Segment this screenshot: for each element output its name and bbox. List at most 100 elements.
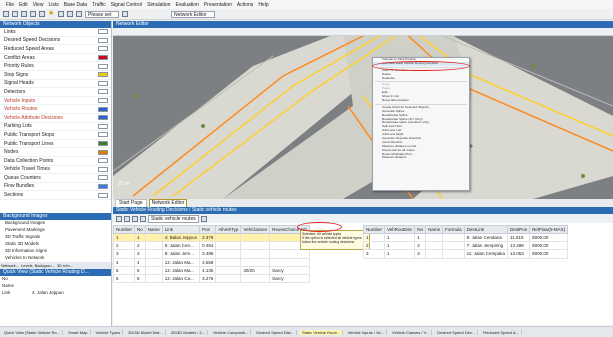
redo-icon[interactable] [39, 11, 45, 17]
column-header[interactable]: Number [362, 225, 386, 234]
menu-signal-control[interactable]: Signal Control [111, 2, 142, 8]
network-object-desired-speed-decisions[interactable]: Desired Speed Decisions [0, 37, 111, 46]
layer-color-swatch[interactable] [98, 141, 108, 147]
layer-color-swatch[interactable] [98, 72, 108, 78]
network-editor[interactable]: Network Editor 20 m [113, 21, 613, 199]
context-menu-item[interactable]: Duplicate [373, 76, 469, 81]
table-row[interactable]: 6 6 12: Jalan Ca... 3.276 Sarcy [112, 273, 310, 284]
layer-color-swatch[interactable] [98, 166, 108, 172]
column-header[interactable]: No [134, 225, 146, 234]
status-tab[interactable]: Vehicle Inputs / Ve... [346, 329, 388, 335]
status-tab[interactable]: Static Vehicle Routi... [300, 329, 343, 335]
network-object-flow-bundles[interactable]: Flow Bundles [0, 183, 111, 192]
layer-color-swatch[interactable] [98, 123, 108, 129]
stop-icon[interactable] [76, 11, 82, 17]
menu-actions[interactable]: Actions [237, 2, 253, 8]
column-header[interactable]: DestPos [507, 225, 531, 234]
table-row[interactable]: 2 2 6: Jalan Cen... 0.454 [112, 241, 310, 251]
quickview-value[interactable]: 4: Jalan Jeppun [32, 290, 64, 297]
menu-help[interactable]: Help [258, 2, 268, 8]
menu-presentation[interactable]: Presentation [204, 2, 232, 8]
layer-color-swatch[interactable] [98, 149, 108, 155]
network-canvas[interactable] [113, 36, 613, 199]
layer-item[interactable]: Static 3D Models [0, 241, 111, 248]
menu-base-data[interactable]: Base Data [64, 2, 87, 8]
network-object-detectors[interactable]: Detectors [0, 88, 111, 97]
menu-file[interactable]: File [6, 2, 14, 8]
column-header[interactable]: RelFlow(0-MAX) [529, 225, 569, 234]
undo-icon[interactable] [30, 11, 36, 17]
layer-item[interactable]: Pavement Markings [0, 227, 111, 234]
layer-color-swatch[interactable] [98, 98, 108, 104]
table-row[interactable]: 3 1 3 11: Jalan Cempaka 13.053 8000.00 [362, 249, 569, 259]
column-header[interactable]: Pos [199, 225, 217, 234]
dropdown-icon[interactable] [122, 11, 128, 17]
layer-color-swatch[interactable] [98, 132, 108, 138]
status-tab[interactable]: Smart Map [66, 329, 91, 335]
menu-edit[interactable]: Edit [19, 2, 28, 8]
status-tab[interactable]: Reduced Speed A... [481, 329, 522, 335]
menu-traffic[interactable]: Traffic [92, 2, 106, 8]
menu-simulation[interactable]: Simulation [147, 2, 170, 8]
network-object-reduced-speed-areas[interactable]: Reduced Speed Areas [0, 45, 111, 54]
step-icon[interactable] [67, 11, 73, 17]
status-tab[interactable]: 2D/3D Models / 2... [169, 329, 209, 335]
status-tab[interactable]: Vehicle Classes / V... [390, 329, 433, 335]
play-icon[interactable] [58, 11, 64, 17]
layer-color-swatch[interactable] [98, 37, 108, 43]
column-header[interactable]: No [414, 225, 427, 234]
table-row[interactable]: 4 4 12: Jalan Ma... 4.558 [112, 257, 310, 267]
star-icon[interactable]: ★ [48, 10, 55, 17]
layer-color-swatch[interactable] [98, 46, 108, 52]
network-object-stop-signs[interactable]: Stop Signs [0, 71, 111, 80]
status-tab[interactable]: 2D/3D Model Dist... [126, 329, 166, 335]
layer-color-swatch[interactable] [98, 55, 108, 61]
new-file-icon[interactable] [3, 11, 9, 17]
context-menu-item[interactable]: Measure distance [373, 156, 469, 160]
open-file-icon[interactable] [12, 11, 18, 17]
menu-evaluation[interactable]: Evaluation [175, 2, 198, 8]
network-object-data-collection-points[interactable]: Data Collection Points [0, 157, 111, 166]
table-row[interactable]: 1 1 1 5: Jalan Cendana 11.615 8000.00 [362, 232, 569, 243]
layer-item[interactable]: 3D Traffic Signals [0, 234, 111, 241]
status-tab[interactable]: Desired Speed Dist... [254, 329, 297, 335]
network-object-public-transport-lines[interactable]: Public Transport Lines [0, 140, 111, 149]
network-object-priority-rules[interactable]: Priority Rules [0, 62, 111, 71]
status-tab[interactable]: Desired Speed Dec... [435, 329, 479, 335]
layer-color-swatch[interactable] [98, 192, 108, 198]
network-object-public-transport-stops[interactable]: Public Transport Stops [0, 131, 111, 140]
column-header[interactable]: Link [161, 225, 201, 234]
tab-network[interactable]: Network... [1, 263, 19, 268]
scenario-field[interactable]: Please set [85, 10, 119, 18]
table-row[interactable]: 1 1 4: Balas Jeppun 2.379 [112, 232, 310, 243]
network-object-nodes[interactable]: Nodes [0, 148, 111, 157]
network-object-links[interactable]: Links [0, 28, 111, 37]
network-object-conflict-areas[interactable]: Conflict Areas [0, 54, 111, 63]
status-tab[interactable]: Vehicle Compositi... [211, 329, 252, 335]
relation-selector[interactable]: Static vehicle routes [148, 214, 199, 223]
column-header[interactable]: Name [425, 225, 444, 234]
layer-color-swatch[interactable] [98, 29, 108, 35]
layer-color-swatch[interactable] [98, 63, 108, 69]
column-header[interactable]: VehClasses [240, 225, 271, 234]
column-header[interactable]: Number [112, 225, 136, 234]
tab-background[interactable]: Backgrou... [35, 263, 55, 268]
filter-icon[interactable] [116, 215, 122, 222]
save-icon[interactable] [21, 11, 27, 17]
network-object-vehicle-attribute-decisions[interactable]: Vehicle Attribute Decisions [0, 114, 111, 123]
layer-item[interactable]: 3D Information Signs [0, 248, 111, 255]
network-object-vehicle-inputs[interactable]: Vehicle Inputs [0, 97, 111, 106]
status-tab[interactable]: Quick View (Static Vehicle Ro... [2, 329, 63, 335]
table-row[interactable]: 2 1 2 7: Jalan Jempiring 13.488 8000.00 [362, 241, 569, 251]
column-header[interactable]: Name [144, 225, 163, 234]
column-header[interactable]: DestLink [463, 225, 509, 234]
layer-color-swatch[interactable] [98, 183, 108, 189]
layer-color-swatch[interactable] [98, 115, 108, 121]
network-object-queue-counters[interactable]: Queue Counters [0, 174, 111, 183]
network-object-vehicle-travel-times[interactable]: Vehicle Travel Times [0, 166, 111, 175]
menu-lists[interactable]: Lists [48, 2, 58, 8]
layer-color-swatch[interactable] [98, 106, 108, 112]
tab-network-editor[interactable]: Network Editor [148, 199, 188, 207]
column-header[interactable]: Formula [442, 225, 465, 234]
editor-field[interactable]: Network Editor [171, 10, 215, 18]
